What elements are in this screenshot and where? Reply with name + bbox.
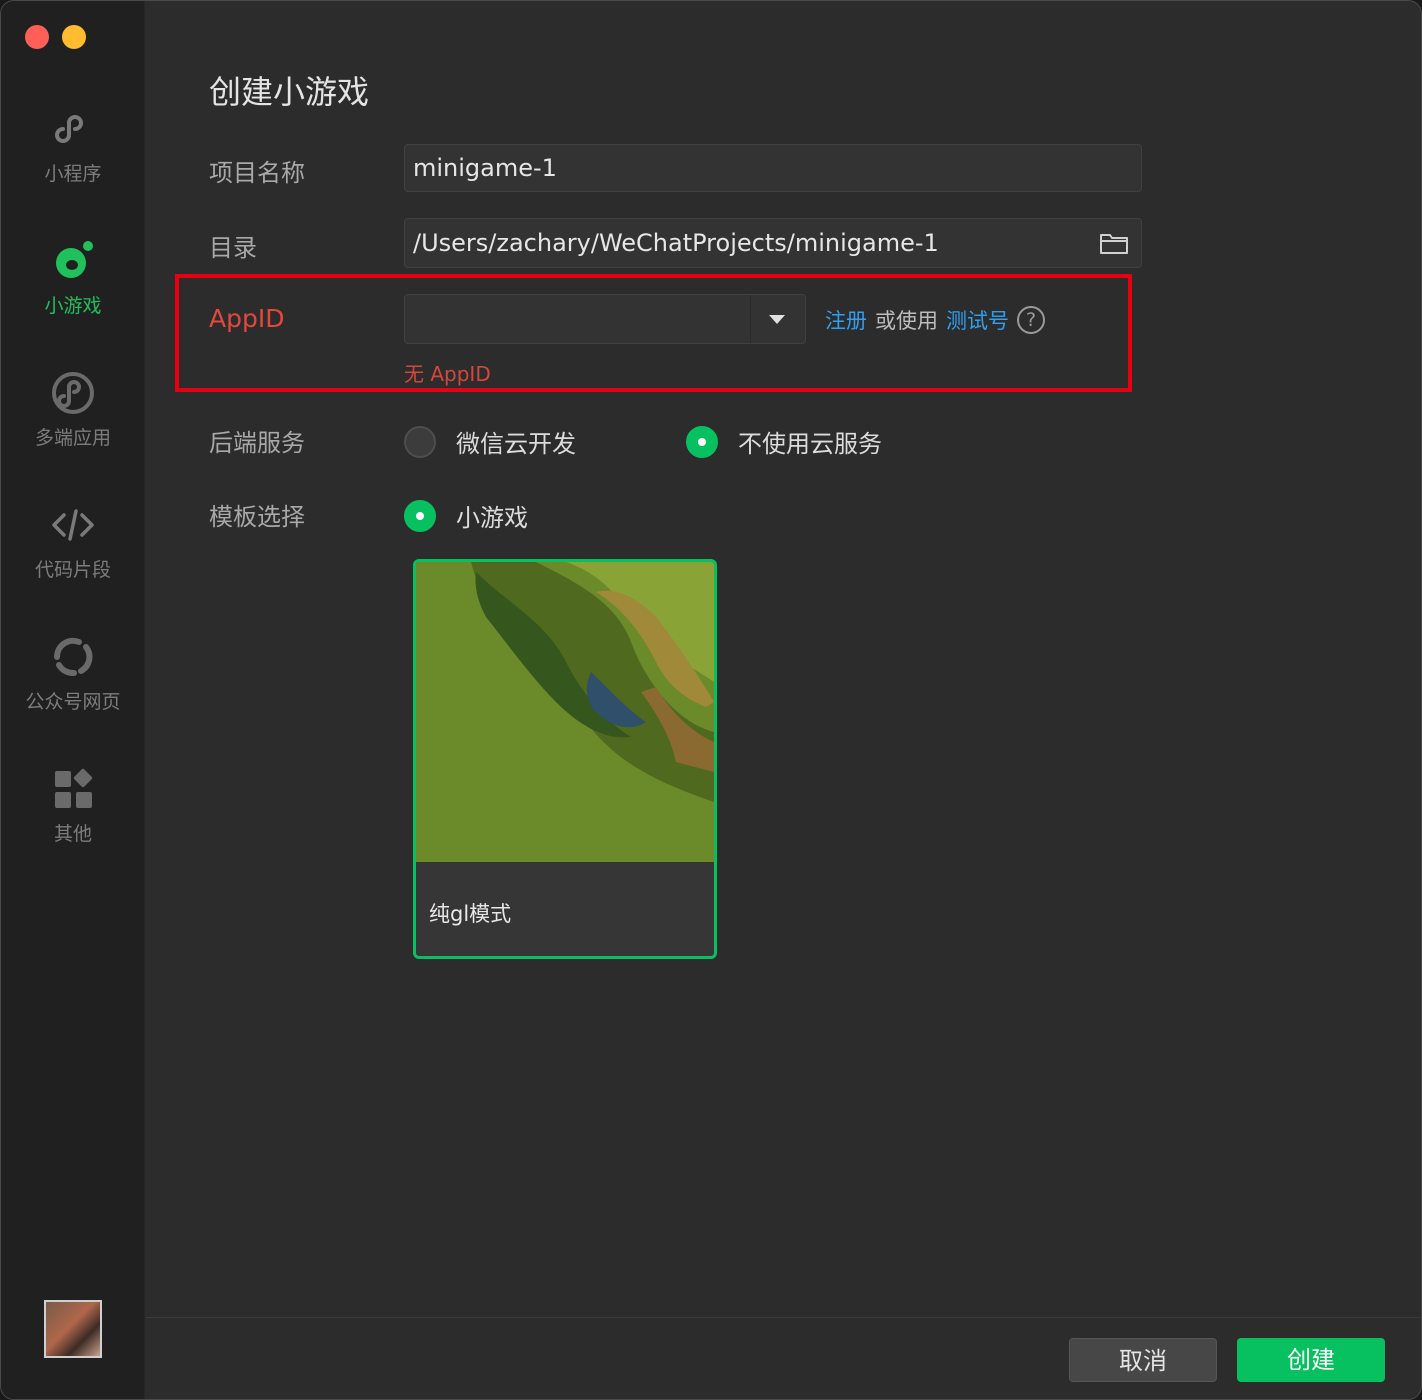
folder-icon[interactable]	[1099, 231, 1129, 255]
sidebar-item-other[interactable]: 其他	[1, 765, 145, 846]
sidebar-item-minigame[interactable]: 小游戏	[1, 237, 145, 318]
minigame-icon	[56, 241, 93, 278]
code-icon	[52, 509, 94, 541]
radio-cloud-dev[interactable]	[404, 425, 436, 458]
radio-no-cloud[interactable]	[686, 425, 718, 458]
window-controls	[25, 25, 86, 49]
sidebar: 小程序 小游戏 多端应用 代码片段 公众号网页 其他	[1, 1, 145, 1399]
backend-label: 后端服务	[209, 429, 305, 457]
project-name-input[interactable]: minigame-1	[404, 144, 1142, 192]
directory-label: 目录	[209, 234, 257, 262]
sidebar-item-label: 其他	[53, 823, 92, 845]
template-card-name: 纯gl模式	[429, 902, 512, 926]
register-link[interactable]: 注册	[825, 305, 867, 335]
sidebar-item-label: 小程序	[44, 163, 102, 185]
sidebar-item-code-snippet[interactable]: 代码片段	[1, 501, 145, 582]
directory-value: /Users/zachary/WeChatProjects/minigame-1	[413, 229, 939, 257]
create-button[interactable]: 创建	[1237, 1338, 1385, 1382]
appid-select[interactable]	[404, 294, 806, 344]
footer: 取消 创建	[146, 1317, 1421, 1399]
directory-input[interactable]: /Users/zachary/WeChatProjects/minigame-1	[404, 218, 1142, 268]
backend-option-cloud[interactable]: 微信云开发	[404, 424, 576, 459]
web-icon	[53, 637, 93, 677]
close-window-button[interactable]	[25, 25, 49, 49]
sidebar-item-label: 小游戏	[44, 295, 102, 317]
sidebar-item-label: 公众号网页	[25, 691, 121, 713]
create-project-window: 小程序 小游戏 多端应用 代码片段 公众号网页 其他 创建小游戏 项目名称 mi…	[0, 0, 1422, 1400]
miniprogram-icon	[55, 115, 83, 143]
template-thumbnail-image	[416, 562, 714, 862]
template-option-minigame[interactable]: 小游戏	[404, 498, 528, 533]
sidebar-item-official-web[interactable]: 公众号网页	[1, 633, 145, 714]
chevron-down-icon[interactable]	[769, 315, 785, 324]
appid-hint: 注册 或使用 测试号 ?	[825, 305, 1045, 335]
or-use-text: 或使用	[875, 309, 938, 333]
multi-platform-icon	[52, 372, 94, 414]
test-account-link[interactable]: 测试号	[946, 305, 1009, 335]
appid-label: AppID	[209, 304, 285, 333]
template-label: 模板选择	[209, 503, 305, 531]
select-divider	[750, 295, 751, 343]
radio-label: 不使用云服务	[738, 430, 882, 458]
minimize-window-button[interactable]	[62, 25, 86, 49]
help-icon[interactable]: ?	[1017, 306, 1045, 334]
apps-icon	[55, 768, 93, 808]
cancel-button[interactable]: 取消	[1069, 1338, 1217, 1382]
page-title: 创建小游戏	[209, 73, 370, 111]
template-card[interactable]: 纯gl模式	[413, 559, 717, 959]
appid-error-text: 无 AppID	[404, 362, 491, 386]
avatar[interactable]	[44, 1300, 102, 1358]
project-name-label: 项目名称	[209, 159, 305, 187]
sidebar-item-label: 多端应用	[34, 427, 111, 449]
radio-label: 小游戏	[456, 504, 528, 532]
sidebar-item-label: 代码片段	[34, 559, 111, 581]
sidebar-item-multi-platform[interactable]: 多端应用	[1, 369, 145, 450]
sidebar-item-miniprogram[interactable]: 小程序	[1, 105, 145, 186]
radio-minigame-template[interactable]	[404, 499, 436, 532]
radio-label: 微信云开发	[456, 430, 576, 458]
main-content: 创建小游戏 项目名称 minigame-1 目录 /Users/zachary/…	[146, 1, 1421, 1399]
backend-option-none[interactable]: 不使用云服务	[686, 424, 882, 459]
